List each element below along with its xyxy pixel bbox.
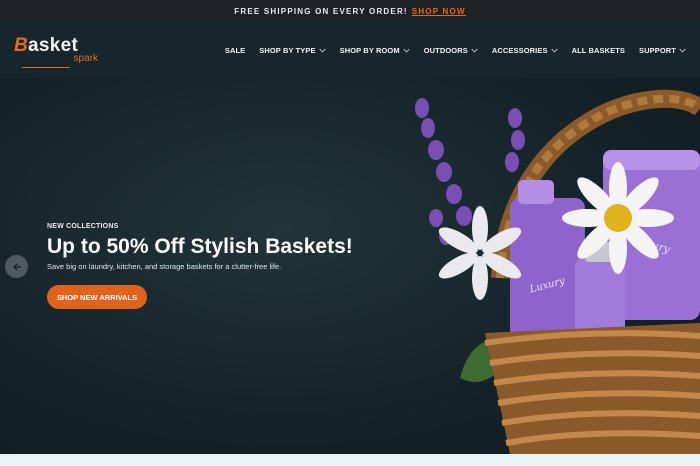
logo-wordmark: Basket: [14, 34, 79, 56]
nav-item-outdoors[interactable]: OUTDOORS: [424, 46, 478, 55]
carousel-prev-button[interactable]: [5, 255, 28, 278]
shop-new-arrivals-button[interactable]: SHOP NEW ARRIVALS: [47, 285, 147, 309]
logo-sub: spark: [73, 52, 98, 64]
main-nav: SALE SHOP BY TYPE SHOP BY ROOM OUTDOORS …: [225, 46, 686, 55]
shop-now-link[interactable]: SHOP NOW: [412, 7, 466, 16]
chevron-down-icon: [403, 48, 410, 53]
nav-label: SUPPORT: [639, 45, 676, 55]
nav-item-support[interactable]: SUPPORT: [639, 46, 686, 55]
nav-item-sale[interactable]: SALE: [225, 46, 245, 55]
hero-kicker: NEW COLLECTIONS: [47, 223, 119, 230]
chevron-down-icon: [550, 48, 558, 53]
chevron-down-icon: [318, 48, 326, 53]
nav-label: SHOP BY ROOM: [339, 45, 400, 55]
bottom-strip: [0, 454, 700, 466]
chevron-down-icon: [471, 48, 478, 53]
chevron-down-icon: [679, 48, 686, 53]
announcement-bar: FREE SHIPPING ON EVERY ORDER! SHOP NOW: [0, 0, 700, 22]
nav-item-accessories[interactable]: ACCESSORIES: [492, 46, 558, 55]
hero-headline: Up to 50% Off Stylish Baskets!: [47, 235, 353, 258]
announcement-text: FREE SHIPPING ON EVERY ORDER!: [234, 6, 408, 16]
nav-item-shop-by-type[interactable]: SHOP BY TYPE: [259, 45, 326, 55]
logo-underline: [22, 66, 70, 68]
nav-label: OUTDOORS: [423, 45, 468, 55]
basket-product-image: Luxury Luxury: [415, 89, 700, 454]
hero-banner: NEW COLLECTIONS Up to 50% Off Stylish Ba…: [0, 78, 700, 454]
site-header: Basket spark SALE SHOP BY TYPE SHOP BY R…: [0, 22, 700, 78]
nav-item-all-baskets[interactable]: ALL BASKETS: [572, 46, 625, 55]
nav-label: SALE: [224, 45, 246, 55]
hero-text: NEW COLLECTIONS Up to 50% Off Stylish Ba…: [47, 223, 353, 309]
nav-label: SHOP BY TYPE: [259, 45, 316, 55]
nav-label: ALL BASKETS: [571, 45, 626, 55]
logo-name-rest: asket: [28, 34, 79, 56]
arrow-left-icon: [12, 263, 21, 270]
nav-item-shop-by-room[interactable]: SHOP BY ROOM: [340, 46, 410, 55]
logo[interactable]: Basket spark: [14, 34, 104, 68]
nav-label: ACCESSORIES: [491, 45, 548, 55]
hero-subline: Save big on laundry, kitchen, and storag…: [47, 262, 282, 271]
